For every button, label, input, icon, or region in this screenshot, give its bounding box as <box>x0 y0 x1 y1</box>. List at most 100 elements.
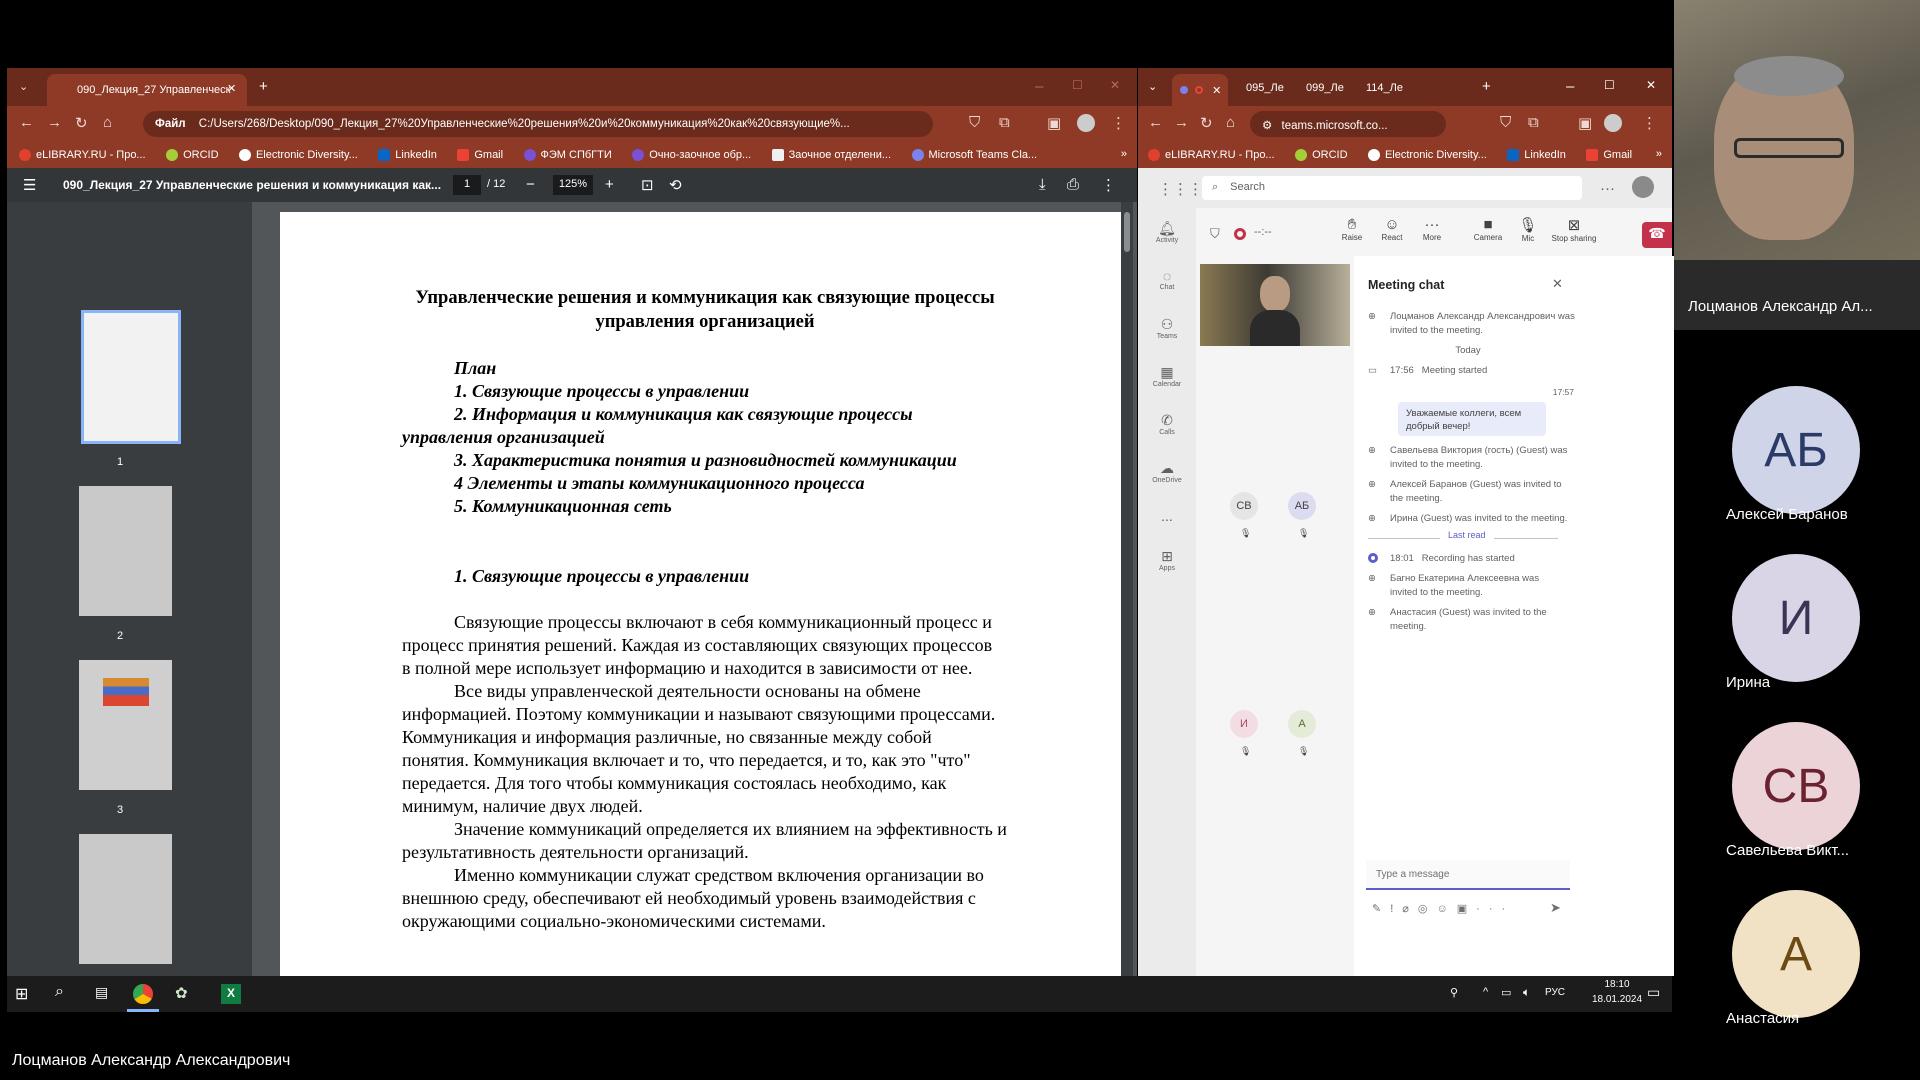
rail-more[interactable]: ... <box>1138 508 1196 524</box>
clock-date[interactable]: 18.01.2024 <box>1587 994 1647 1005</box>
maximize-icon[interactable]: ☐ <box>1604 78 1615 92</box>
home-icon[interactable]: ⌂ <box>103 114 112 131</box>
zoom-in-icon[interactable]: + <box>605 176 614 193</box>
excel-taskbar-icon[interactable]: X <box>221 984 241 1004</box>
profile-avatar-icon[interactable] <box>1604 114 1622 132</box>
rail-teams[interactable]: ⚇ Teams <box>1138 316 1196 340</box>
bookmark-gmail[interactable]: Gmail <box>1586 149 1632 161</box>
window-close-icon[interactable]: ✕ <box>1110 78 1120 92</box>
forward-icon[interactable]: → <box>47 114 62 131</box>
bookmark-linkedin[interactable]: LinkedIn <box>1507 149 1566 161</box>
rotate-icon[interactable]: ⟲ <box>669 176 682 194</box>
pdf-scrollbar-thumb[interactable] <box>1124 212 1130 252</box>
tab-095[interactable]: 095_Ле <box>1246 82 1284 94</box>
presenter-video-tile[interactable]: Лоцманов Александр Ал... <box>1674 0 1920 330</box>
bookmark-gmail[interactable]: Gmail <box>457 149 503 161</box>
participant-avatar-a[interactable]: А <box>1732 890 1860 1018</box>
tab-099[interactable]: 099_Ле <box>1306 82 1344 94</box>
menu-dots-icon[interactable]: ⋮ <box>1642 114 1657 132</box>
tab-close-icon[interactable]: ✕ <box>227 82 236 95</box>
stop-sharing-button[interactable]: ⊠ Stop sharing <box>1546 216 1602 243</box>
emoji-icon[interactable]: ☺ <box>1437 903 1457 915</box>
notifications-icon[interactable]: ▭ <box>1647 984 1660 1001</box>
chrome-taskbar-icon[interactable] <box>131 982 155 1006</box>
bookmark-ochno-zaochnoe[interactable]: Очно-заочное обр... <box>632 149 751 161</box>
search-icon[interactable]: ⌕ <box>55 983 64 1001</box>
language-indicator[interactable]: РУС <box>1545 987 1565 998</box>
sidepanel-icon[interactable]: ▣ <box>1047 114 1061 132</box>
bookmark-teams-class[interactable]: Microsoft Teams Cla... <box>911 149 1037 161</box>
site-info-icon[interactable]: ⚙ <box>1262 120 1272 132</box>
left-omnibox[interactable]: Файл C:/Users/268/Desktop/090_Лекция_27%… <box>143 111 933 137</box>
react-button[interactable]: ☺ React <box>1372 216 1412 242</box>
app-launcher-icon[interactable]: ⋮⋮⋮ <box>1158 180 1203 198</box>
rail-apps[interactable]: ⊞ Apps <box>1138 548 1196 572</box>
thumbnail-page-2[interactable] <box>79 486 172 616</box>
rail-chat[interactable]: ◌ Chat <box>1138 268 1196 291</box>
tab-teams[interactable]: ✕ <box>1172 74 1228 106</box>
bookmarks-more[interactable]: » <box>1656 148 1662 160</box>
bookmarks-more[interactable]: » <box>1121 148 1127 160</box>
thumbnail-page-3[interactable] <box>79 660 172 790</box>
rail-calls[interactable]: ✆ Calls <box>1138 412 1196 436</box>
new-tab-icon[interactable]: + <box>259 78 268 95</box>
windows-start-icon[interactable]: ⊞ <box>15 984 28 1004</box>
camera-button[interactable]: ■ Camera <box>1466 216 1510 242</box>
thumbnail-page-1[interactable] <box>81 310 181 444</box>
chat-own-message[interactable]: Уважаемые коллеги, всем добрый вечер! <box>1398 402 1546 436</box>
tab-114[interactable]: 114_Ле <box>1366 82 1403 94</box>
zoom-input[interactable]: 125% <box>553 175 593 195</box>
forward-icon[interactable]: → <box>1174 114 1189 131</box>
reload-icon[interactable]: ↻ <box>1200 114 1213 132</box>
profile-avatar-icon[interactable] <box>1077 114 1095 132</box>
teams-profile-avatar[interactable] <box>1632 176 1654 198</box>
pdf-menu-icon[interactable]: ☰ <box>23 176 36 194</box>
back-icon[interactable]: ← <box>19 114 34 131</box>
shield-icon[interactable]: ⛉ <box>1500 114 1511 131</box>
download-icon[interactable]: ⤓ <box>1039 176 1046 193</box>
tab-pdf[interactable]: 090_Лекция_27 Управленческ <box>47 74 247 106</box>
tab-close-icon[interactable]: ✕ <box>1212 85 1221 97</box>
mic-button[interactable]: 🎙︎ Mic <box>1510 216 1546 243</box>
clock-time[interactable]: 18:10 <box>1587 979 1647 990</box>
leave-call-button[interactable]: ☎ <box>1642 222 1672 248</box>
bookmark-electronic-diversity[interactable]: Electronic Diversity... <box>238 149 358 161</box>
bookmark-fem[interactable]: ФЭМ СПбГТИ <box>523 149 612 161</box>
priority-icon[interactable]: ! <box>1390 903 1402 915</box>
participant-tile-sv[interactable]: СВ <box>1230 492 1258 520</box>
menu-dots-icon[interactable]: ⋮ <box>1111 114 1126 132</box>
bookmark-elibrary[interactable]: eLIBRARY.RU - Про... <box>19 149 146 161</box>
rail-calendar[interactable]: ▦ Calendar <box>1138 364 1196 388</box>
page-number-input[interactable]: 1 <box>453 175 481 195</box>
bookmark-zaochnoe[interactable]: Заочное отделени... <box>771 149 891 161</box>
thumbnail-page-4[interactable] <box>79 834 172 964</box>
back-icon[interactable]: ← <box>1148 114 1163 131</box>
participant-tile-i[interactable]: И <box>1230 710 1258 738</box>
gif-icon[interactable]: ▣ <box>1457 903 1476 915</box>
pdf-more-icon[interactable]: ⋮ <box>1101 176 1116 194</box>
pdf-scrollbar-track[interactable] <box>1121 202 1133 976</box>
attach-icon[interactable]: ⌀ <box>1402 903 1418 915</box>
app-taskbar-icon[interactable]: ✿ <box>175 984 188 1002</box>
more-icon[interactable]: ··· <box>1476 903 1514 915</box>
sidepanel-icon[interactable]: ▣ <box>1578 114 1592 132</box>
participant-avatar-sv[interactable]: СВ <box>1732 722 1860 850</box>
volume-icon[interactable]: 🔈︎ <box>1523 985 1530 1000</box>
window-close-icon[interactable]: ✕ <box>1646 78 1656 92</box>
tray-chevron-icon[interactable]: ^ <box>1483 986 1488 998</box>
bookmark-linkedin[interactable]: LinkedIn <box>378 149 437 161</box>
extensions-icon[interactable]: ⧉ <box>999 114 1010 131</box>
message-input[interactable]: Type a message <box>1366 860 1570 890</box>
tab-search-chevron-icon[interactable]: ⌄ <box>19 80 28 93</box>
more-button[interactable]: ··· More <box>1412 216 1452 242</box>
chat-close-icon[interactable]: ✕ <box>1552 276 1563 292</box>
fit-page-icon[interactable]: ⊡ <box>641 176 654 194</box>
minimize-icon[interactable]: – <box>1035 78 1043 95</box>
rail-activity[interactable]: 🔔︎ Activity <box>1138 220 1196 244</box>
people-tray-icon[interactable]: ⚲ <box>1450 986 1458 999</box>
shield-icon[interactable]: ⛉ <box>969 114 980 131</box>
new-tab-icon[interactable]: + <box>1482 78 1491 95</box>
teams-search-input[interactable]: ⌕ Search <box>1202 176 1582 200</box>
bookmark-electronic-diversity[interactable]: Electronic Diversity... <box>1367 149 1487 161</box>
right-omnibox[interactable]: ⚙ teams.microsoft.co... <box>1250 111 1446 137</box>
